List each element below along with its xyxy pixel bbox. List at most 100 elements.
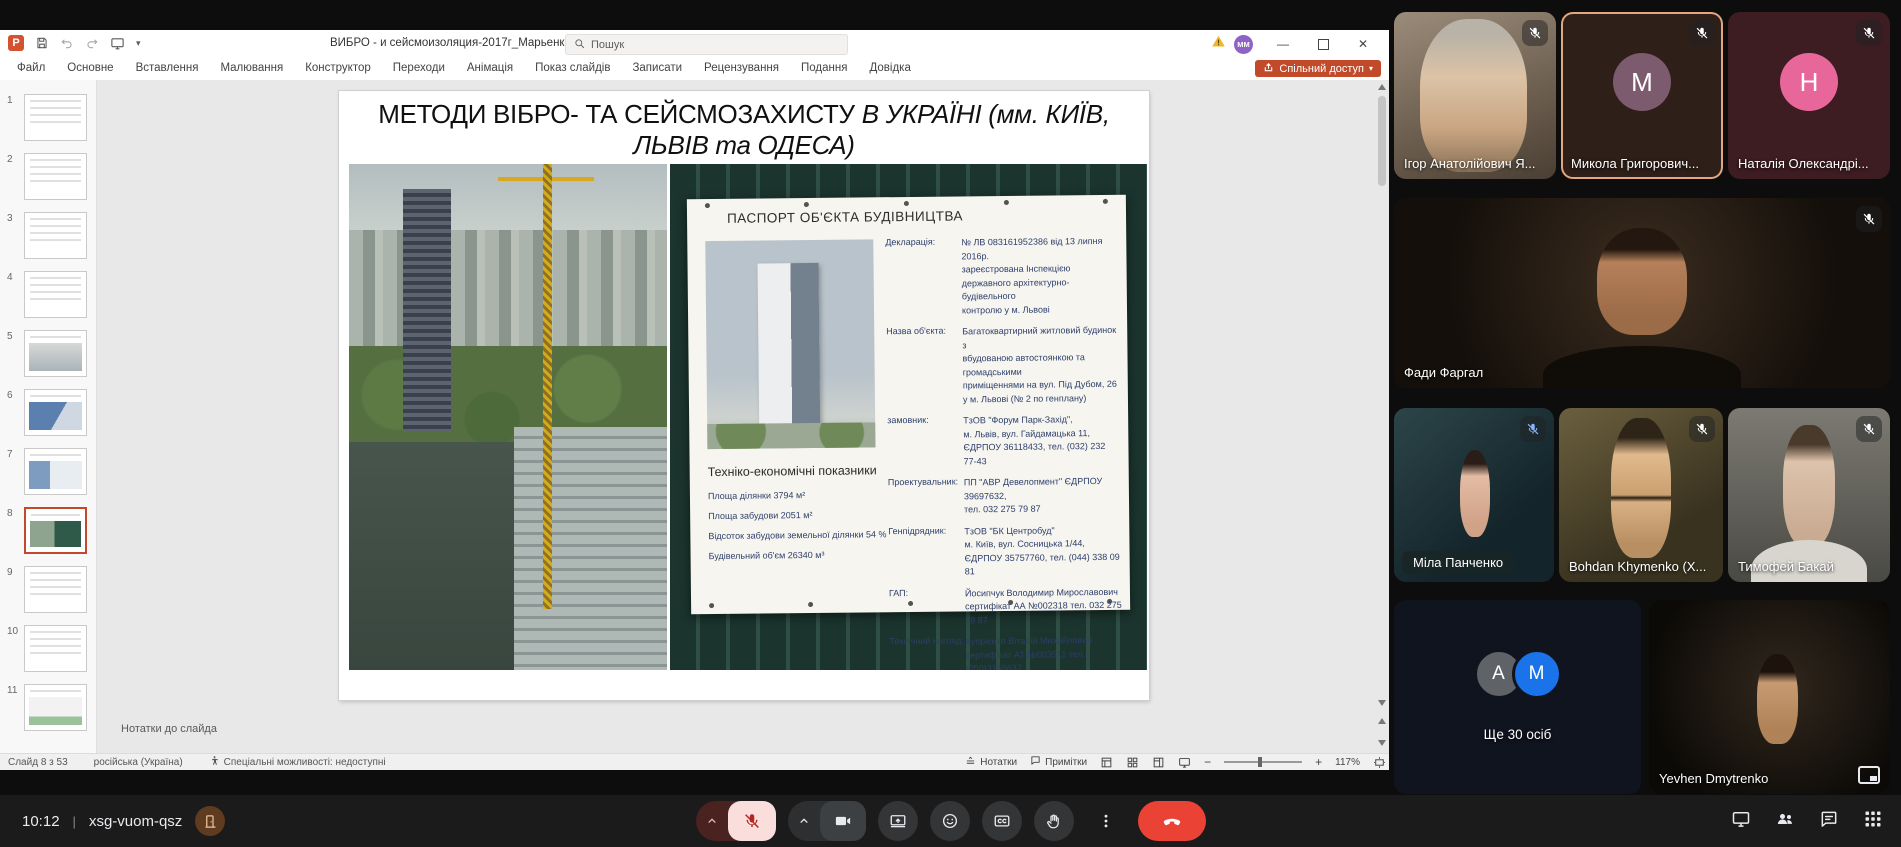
reactions-button[interactable] <box>930 801 970 841</box>
slide-thumbnail-row[interactable]: 7 <box>0 447 96 506</box>
minimize-button[interactable]: — <box>1263 30 1303 58</box>
slide-thumbnail[interactable] <box>24 507 87 554</box>
slide-thumbnail[interactable] <box>24 271 87 318</box>
customize-qat-icon[interactable]: ▾ <box>136 38 141 49</box>
ribbon-tab-6[interactable]: Анімація <box>456 58 524 74</box>
ribbon-tab-10[interactable]: Подання <box>790 58 858 74</box>
slide-thumbnail[interactable] <box>24 212 87 259</box>
redo-icon[interactable] <box>85 36 99 50</box>
participant-tile[interactable]: Міла Панченко <box>1394 408 1554 582</box>
door-icon[interactable] <box>195 806 225 836</box>
slide-thumbnail-row[interactable]: 4 <box>0 270 96 329</box>
poster-row: Декларація:№ ЛВ 083161952386 від 13 липн… <box>885 235 1119 318</box>
undo-icon[interactable] <box>60 36 74 50</box>
meeting-details-icon[interactable] <box>1731 809 1751 834</box>
slide-thumbnail[interactable] <box>24 625 87 672</box>
normal-view-icon[interactable] <box>1100 756 1113 769</box>
previous-slide-icon[interactable] <box>1378 718 1386 724</box>
raise-hand-button[interactable] <box>1034 801 1074 841</box>
scrollbar-thumb[interactable] <box>1378 96 1386 186</box>
zoom-slider-thumb[interactable] <box>1258 757 1262 767</box>
zoom-level[interactable]: 117% <box>1335 757 1360 768</box>
slide-thumbnail[interactable] <box>24 684 87 731</box>
chat-icon[interactable] <box>1819 809 1839 834</box>
slide-thumbnail-row[interactable]: 6 <box>0 388 96 447</box>
start-slideshow-icon[interactable] <box>110 36 125 51</box>
zoom-out-button[interactable]: − <box>1204 755 1211 769</box>
slide-thumbnail-row[interactable]: 1 <box>0 93 96 152</box>
slide-sorter-view-icon[interactable] <box>1126 756 1139 769</box>
next-slide-icon[interactable] <box>1378 740 1386 746</box>
slide-thumbnail-row[interactable]: 2 <box>0 152 96 211</box>
ribbon-tab-9[interactable]: Рецензування <box>693 58 790 74</box>
fit-to-window-icon[interactable] <box>1373 756 1386 769</box>
more-participants-tile[interactable]: A M Ще 30 осіб <box>1394 600 1641 794</box>
ribbon-tab-11[interactable]: Довідка <box>858 58 921 74</box>
slide-thumbnail[interactable] <box>24 94 87 141</box>
warning-icon[interactable] <box>1211 34 1226 54</box>
comments-toggle[interactable]: Примітки <box>1030 755 1087 769</box>
ribbon-tab-0[interactable]: Файл <box>6 58 56 74</box>
close-button[interactable]: ✕ <box>1343 30 1383 58</box>
notes-placeholder[interactable]: Нотатки до слайда <box>121 723 217 735</box>
present-screen-button[interactable] <box>878 801 918 841</box>
mic-off-button[interactable] <box>728 801 776 841</box>
slide-thumbnail[interactable] <box>24 153 87 200</box>
mic-options-chevron-icon[interactable] <box>696 814 728 828</box>
slide-thumbnail-row[interactable]: 9 <box>0 565 96 624</box>
participant-tile[interactable]: Тимофей Бакай <box>1728 408 1890 582</box>
apps-grid-icon[interactable] <box>1863 809 1883 834</box>
slide-thumbnail[interactable] <box>24 448 87 495</box>
participant-tile[interactable]: М Микола Григорович... <box>1561 12 1723 179</box>
slide-thumbnail-row[interactable]: 5 <box>0 329 96 388</box>
slide-thumbnails[interactable]: 1234567891011 <box>0 80 97 754</box>
participant-tile[interactable]: Bohdan Khymenko (X... <box>1559 408 1723 582</box>
zoom-slider[interactable] <box>1224 761 1302 763</box>
ribbon-tab-4[interactable]: Конструктор <box>294 58 382 74</box>
zoom-in-button[interactable]: + <box>1315 755 1322 769</box>
participant-tile[interactable]: Н Наталія Олександрі... <box>1728 12 1890 179</box>
vertical-scrollbar[interactable] <box>1376 82 1388 752</box>
language-indicator[interactable]: російська (Україна) <box>94 757 183 768</box>
reading-view-icon[interactable] <box>1152 756 1165 769</box>
slideshow-view-icon[interactable] <box>1178 756 1191 769</box>
scroll-down-icon[interactable] <box>1378 700 1386 706</box>
ribbon-tab-7[interactable]: Показ слайдів <box>524 58 621 74</box>
maximize-button[interactable] <box>1303 30 1343 58</box>
powerpoint-app-icon[interactable]: P <box>8 35 24 51</box>
participant-tile[interactable]: Yevhen Dmytrenko <box>1649 600 1890 794</box>
save-icon[interactable] <box>35 36 49 50</box>
camera-options-chevron-icon[interactable] <box>788 814 820 828</box>
ribbon-tab-8[interactable]: Записати <box>621 58 693 74</box>
search-input[interactable]: Пошук <box>565 34 848 55</box>
current-slide-canvas[interactable]: МЕТОДИ ВІБРО- ТА СЕЙСМОЗАХИСТУ В УКРАЇНІ… <box>339 91 1149 700</box>
participant-name: Фади Фаргал <box>1404 365 1483 380</box>
ribbon-tab-1[interactable]: Основне <box>56 58 124 74</box>
poster-row: Технічний нагляд:Купрієнко Віталій Михай… <box>890 634 1123 670</box>
scroll-up-icon[interactable] <box>1378 84 1386 90</box>
people-icon[interactable] <box>1775 809 1795 834</box>
notes-toggle[interactable]: Нотатки <box>965 755 1017 769</box>
account-avatar[interactable]: ММ <box>1234 35 1253 54</box>
participant-tile[interactable]: Ігор Анатолійович Я... <box>1394 12 1556 179</box>
accessibility-status[interactable]: Спеціальні можливості: недоступні <box>209 755 386 769</box>
captions-button[interactable] <box>982 801 1022 841</box>
slide-counter[interactable]: Слайд 8 з 53 <box>8 757 68 768</box>
end-call-button[interactable] <box>1138 801 1206 841</box>
ribbon-tab-3[interactable]: Малювання <box>209 58 294 74</box>
slide-thumbnail[interactable] <box>24 566 87 613</box>
slide-thumbnail-row[interactable]: 3 <box>0 211 96 270</box>
picture-in-picture-icon[interactable] <box>1858 766 1880 784</box>
slide-thumbnail[interactable] <box>24 330 87 377</box>
slide-thumbnail-row[interactable]: 10 <box>0 624 96 683</box>
ribbon-tab-5[interactable]: Переходи <box>382 58 456 74</box>
share-button[interactable]: Спільний доступ ▾ <box>1255 60 1381 77</box>
ribbon-tab-2[interactable]: Вставлення <box>125 58 210 74</box>
slide-thumbnail-row[interactable]: 11 <box>0 683 96 742</box>
meet-side-panels <box>1731 795 1883 847</box>
camera-button[interactable] <box>820 801 866 841</box>
participant-tile[interactable]: Фади Фаргал <box>1394 198 1890 388</box>
slide-thumbnail-row[interactable]: 8 <box>0 506 96 565</box>
more-options-button[interactable] <box>1086 801 1126 841</box>
slide-thumbnail[interactable] <box>24 389 87 436</box>
